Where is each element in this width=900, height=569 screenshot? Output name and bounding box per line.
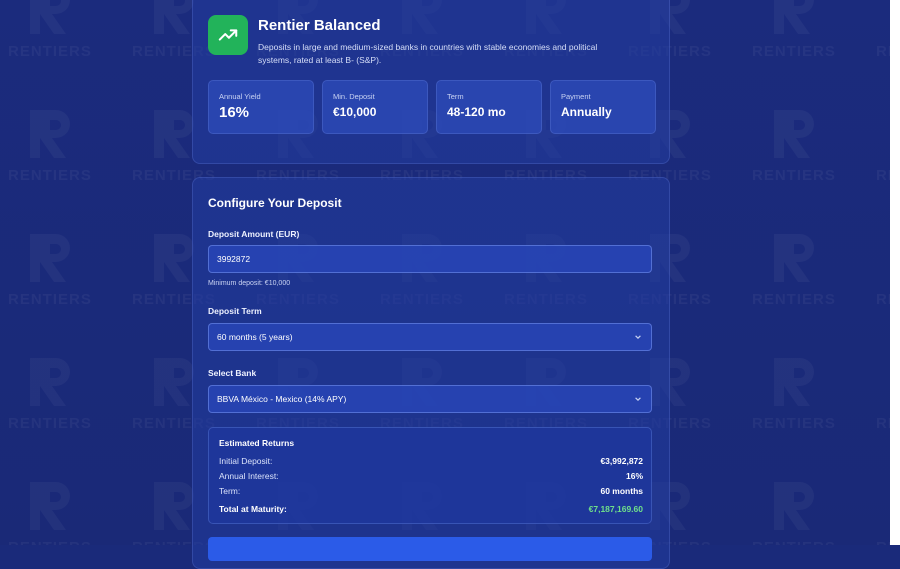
section-title: Configure Your Deposit [208, 196, 342, 210]
stat-value: Annually [561, 105, 612, 119]
stat-label: Annual Yield [219, 92, 261, 101]
product-card: Rentier Balanced Deposits in large and m… [192, 0, 670, 164]
rentiers-logo-watermark [30, 234, 70, 282]
rentiers-logo-watermark [30, 358, 70, 406]
configure-deposit-card: Configure Your Deposit Deposit Amount (E… [192, 177, 670, 569]
returns-row-label: Term: [219, 486, 241, 496]
stat-min-deposit: Min. Deposit €10,000 [322, 80, 428, 134]
window-edge [890, 0, 900, 545]
stat-value: €10,000 [333, 105, 377, 119]
rentiers-watermark-text: RENTIERS [752, 167, 836, 184]
bank-value: BBVA México - Mexico (14% APY) [217, 394, 347, 404]
stat-value: 16% [219, 104, 250, 121]
stat-value: 48-120 mo [447, 105, 506, 119]
estimated-returns-title: Estimated Returns [219, 438, 295, 448]
returns-row-value: 60 months [600, 486, 643, 496]
returns-row-label: Annual Interest: [219, 471, 279, 481]
rentiers-watermark-text: RENTIERS [752, 43, 836, 60]
trending-up-icon [208, 15, 248, 55]
rentiers-logo-watermark [774, 358, 814, 406]
returns-row-value: 16% [625, 471, 643, 481]
chevron-down-icon [634, 333, 642, 343]
stat-annual-yield: Annual Yield 16% [208, 80, 314, 134]
rentiers-watermark-text: RENTIERS [752, 415, 836, 432]
stat-term: Term 48-120 mo [436, 80, 542, 134]
returns-row-value: €3,992,872 [600, 456, 643, 466]
deposit-amount-label: Deposit Amount (EUR) [208, 229, 300, 239]
rentiers-logo-watermark [774, 234, 814, 282]
stat-label: Min. Deposit [333, 92, 375, 101]
rentiers-logo-watermark [774, 110, 814, 158]
deposit-term-select[interactable]: 60 months (5 years) [208, 323, 652, 351]
deposit-term-label: Deposit Term [208, 306, 262, 316]
bank-select[interactable]: BBVA México - Mexico (14% APY) [208, 385, 652, 413]
rentiers-watermark-text: RENTIERS [8, 415, 92, 432]
estimated-returns-panel: Estimated Returns Initial Deposit: €3,99… [208, 427, 652, 524]
total-at-maturity-value: €7,187,169.60 [588, 504, 643, 514]
rentiers-watermark-text: RENTIERS [8, 291, 92, 308]
rentiers-watermark-text: RENTIERS [8, 43, 92, 60]
rentiers-watermark-text: RENTIERS [8, 167, 92, 184]
stat-label: Payment [561, 92, 591, 101]
rentiers-logo-watermark [30, 110, 70, 158]
rentiers-watermark-text: RENTIERS [752, 539, 836, 545]
deposit-amount-field[interactable] [208, 245, 652, 273]
chevron-down-icon [634, 395, 642, 405]
rentiers-logo-watermark [774, 0, 814, 34]
deposit-amount-input[interactable] [217, 254, 637, 264]
rentiers-watermark-text: RENTIERS [752, 291, 836, 308]
rentiers-logo-watermark [30, 482, 70, 530]
deposit-term-value: 60 months (5 years) [217, 332, 293, 342]
select-bank-label: Select Bank [208, 368, 257, 378]
product-title: Rentier Balanced [258, 17, 381, 34]
product-description: Deposits in large and medium-sized banks… [258, 42, 598, 65]
submit-deposit-button[interactable] [208, 537, 652, 561]
stat-payment: Payment Annually [550, 80, 656, 134]
stat-label: Term [447, 92, 464, 101]
returns-row-label: Initial Deposit: [219, 456, 273, 466]
minimum-deposit-hint: Minimum deposit: €10,000 [208, 280, 291, 287]
rentiers-watermark-text: RENTIERS [8, 539, 92, 545]
rentiers-logo-watermark [774, 482, 814, 530]
total-at-maturity-label: Total at Maturity: [219, 504, 287, 514]
rentiers-logo-watermark [30, 0, 70, 34]
